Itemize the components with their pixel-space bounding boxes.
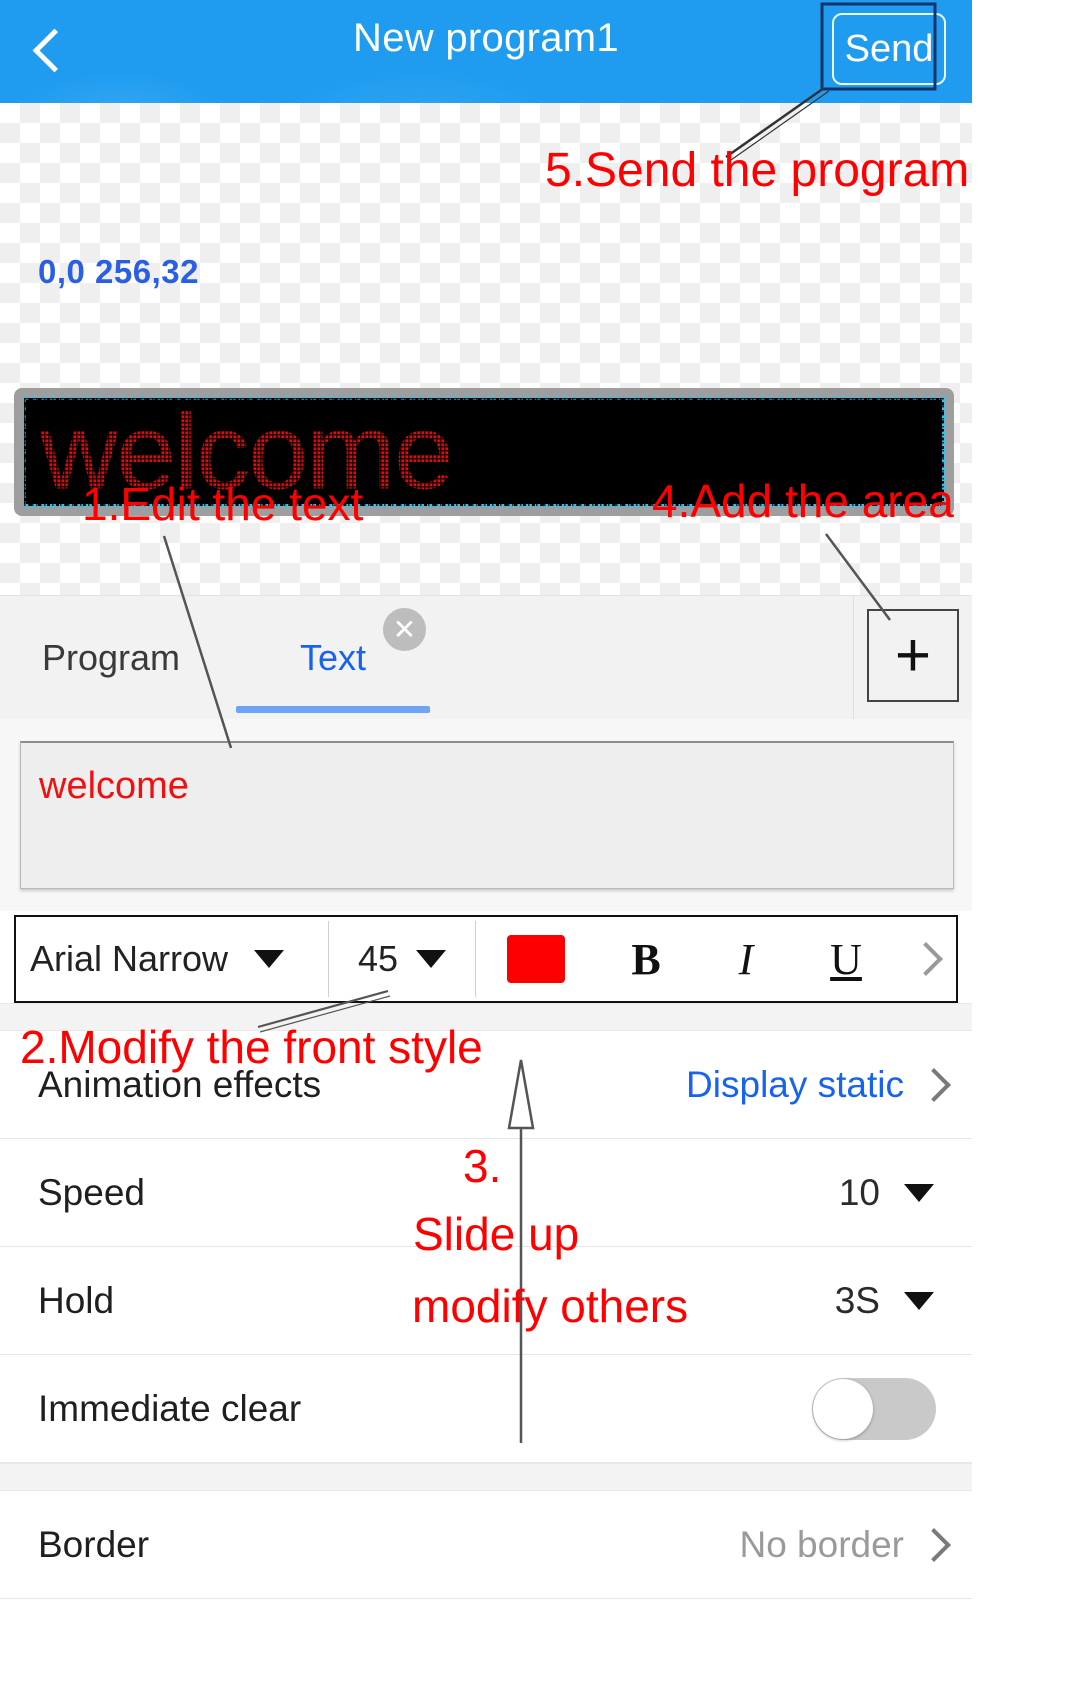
led-preview-text: welcome — [40, 398, 454, 506]
row-hold[interactable]: Hold 3S — [0, 1247, 972, 1355]
row-immediate-clear[interactable]: Immediate clear — [0, 1355, 972, 1463]
section-gap — [0, 1003, 972, 1031]
row-value: Display static — [686, 1063, 904, 1105]
chevron-right-icon — [917, 1067, 951, 1102]
chevron-right-icon — [909, 942, 943, 976]
row-label: Immediate clear — [38, 1387, 302, 1429]
tab-active-indicator — [236, 706, 430, 713]
italic-button[interactable]: I — [696, 917, 796, 1001]
section-gap — [0, 1463, 972, 1491]
row-animation-effects[interactable]: Animation effects Display static — [0, 1031, 972, 1139]
tab-text[interactable]: Text ✕ — [222, 596, 444, 719]
page-title: New program1 — [353, 16, 619, 60]
tab-text-label: Text — [299, 636, 367, 678]
row-value: No border — [739, 1523, 904, 1565]
area-coordinates: 0,0 256,32 — [38, 253, 199, 290]
app-root: New program1 Send 0,0 256,32 welcome 400… — [0, 0, 972, 1683]
underline-button[interactable]: U — [796, 917, 896, 1001]
tab-bar: Program Text ✕ + — [0, 595, 972, 719]
tab-bar-divider — [853, 596, 854, 719]
app-header: New program1 Send — [0, 0, 972, 103]
font-size-label: 45 — [357, 938, 399, 979]
font-toolbar: Arial Narrow 45 B I U — [14, 915, 958, 1003]
text-input-value: welcome — [39, 765, 189, 807]
row-label: Speed — [38, 1171, 145, 1213]
chevron-right-icon — [917, 1527, 951, 1562]
led-screen[interactable]: welcome — [23, 397, 945, 507]
font-color-button[interactable] — [476, 917, 596, 1001]
chevron-down-icon — [254, 950, 285, 968]
font-family-selector[interactable]: Arial Narrow — [16, 917, 328, 1001]
row-border[interactable]: Border No border — [0, 1491, 972, 1599]
more-styles-button[interactable] — [896, 917, 956, 1001]
text-editor-section: welcome — [0, 719, 972, 911]
preview-canvas[interactable]: 0,0 256,32 welcome 400% — [0, 103, 972, 595]
chevron-down-icon — [416, 950, 447, 968]
text-input[interactable]: welcome — [20, 741, 954, 889]
chevron-down-icon — [904, 1183, 934, 1202]
add-area-button[interactable]: + — [867, 609, 959, 702]
toggle-knob — [813, 1378, 873, 1439]
tab-program[interactable]: Program — [0, 596, 222, 719]
row-value: 10 — [838, 1171, 880, 1213]
settings-list: Animation effects Display static Speed 1… — [0, 1031, 972, 1599]
send-button[interactable]: Send — [832, 13, 946, 85]
bold-button[interactable]: B — [596, 917, 696, 1001]
immediate-clear-toggle[interactable] — [812, 1377, 936, 1440]
close-icon[interactable]: ✕ — [383, 608, 426, 651]
led-panel[interactable]: welcome — [14, 388, 954, 516]
color-swatch-icon — [507, 935, 565, 983]
tab-program-label: Program — [41, 636, 181, 678]
row-label: Hold — [38, 1279, 115, 1321]
chevron-down-icon — [904, 1291, 934, 1310]
font-size-selector[interactable]: 45 — [329, 917, 475, 1001]
row-label: Animation effects — [38, 1063, 322, 1105]
row-speed[interactable]: Speed 10 — [0, 1139, 972, 1247]
row-label: Border — [38, 1523, 150, 1565]
row-value: 3S — [834, 1279, 880, 1321]
font-family-label: Arial Narrow — [30, 938, 229, 979]
